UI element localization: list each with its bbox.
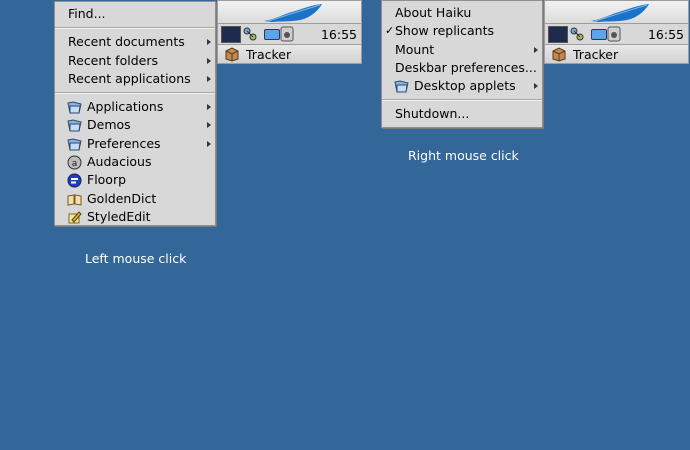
volume-icon[interactable] bbox=[607, 26, 621, 42]
menu-item-label: About Haiku bbox=[395, 5, 472, 20]
menu-item-label: Mount bbox=[395, 41, 435, 57]
submenu-arrow-icon bbox=[534, 83, 538, 90]
menu-item-recent-documents[interactable]: Recent documents bbox=[55, 33, 215, 51]
menu-item-recent-folders[interactable]: Recent folders bbox=[55, 52, 215, 70]
clock[interactable]: 16:55 bbox=[648, 27, 684, 42]
menu-item-label: Audacious bbox=[87, 154, 152, 170]
menu-item-mount[interactable]: Mount bbox=[382, 41, 542, 59]
display-icon[interactable] bbox=[264, 29, 280, 40]
menu-item-label: Floorp bbox=[87, 172, 127, 188]
menu-item-label: Recent folders bbox=[68, 52, 158, 68]
menu-item-label: Applications bbox=[87, 99, 164, 115]
menu-item-label: Shutdown... bbox=[395, 106, 470, 122]
menu-separator bbox=[382, 99, 542, 102]
menu-item-label: Preferences bbox=[87, 135, 161, 151]
pencil-icon bbox=[67, 210, 82, 225]
menu-item-audacious[interactable]: a Audacious bbox=[55, 153, 215, 171]
menu-item-label: Deskbar preferences... bbox=[395, 59, 537, 75]
menu-item-desktop-applets[interactable]: Desktop applets bbox=[382, 77, 542, 95]
tracker-icon bbox=[552, 47, 566, 62]
tracker-entry[interactable]: Tracker bbox=[544, 44, 689, 64]
submenu-arrow-icon bbox=[207, 104, 211, 111]
menu-item-preferences[interactable]: Preferences bbox=[55, 135, 215, 153]
menu-item-label: Recent documents bbox=[68, 34, 185, 50]
menu-item-label: Find... bbox=[68, 6, 106, 21]
network-icon[interactable] bbox=[242, 26, 258, 42]
tracker-icon bbox=[225, 47, 239, 62]
submenu-arrow-icon bbox=[207, 57, 211, 64]
tracker-entry[interactable]: Tracker bbox=[217, 44, 362, 64]
deskbar-tray: 16:55 bbox=[544, 24, 689, 44]
folder-icon bbox=[67, 118, 82, 133]
tracker-label: Tracker bbox=[246, 47, 292, 62]
tracker-label: Tracker bbox=[573, 47, 619, 62]
clock[interactable]: 16:55 bbox=[321, 27, 357, 42]
deskbar-tray: 16:55 bbox=[217, 24, 362, 44]
folder-icon bbox=[67, 100, 82, 115]
menu-item-label: Show replicants bbox=[395, 23, 495, 39]
menu-item-recent-applications[interactable]: Recent applications bbox=[55, 70, 215, 88]
desktop-context-menu: About Haiku ✓ Show replicants Mount Deskbar … bbox=[381, 0, 543, 128]
menu-item-about-haiku[interactable]: About Haiku bbox=[382, 4, 542, 22]
haiku-leaf-icon bbox=[264, 4, 322, 22]
menu-item-label: StyledEdit bbox=[87, 208, 151, 224]
menu-item-label: Desktop applets bbox=[414, 78, 516, 94]
submenu-arrow-icon bbox=[534, 46, 538, 53]
caption-right: Right mouse click bbox=[408, 148, 519, 163]
submenu-arrow-icon bbox=[207, 122, 211, 129]
checkmark-icon: ✓ bbox=[385, 24, 395, 38]
deskbar-leaf-button[interactable] bbox=[544, 0, 689, 24]
svg-text:a: a bbox=[72, 159, 78, 169]
menu-item-label: GoldenDict bbox=[87, 190, 157, 206]
menu-item-show-replicants[interactable]: ✓ Show replicants bbox=[382, 22, 542, 40]
display-icon[interactable] bbox=[591, 29, 607, 40]
menu-item-goldendict[interactable]: GoldenDict bbox=[55, 190, 215, 208]
haiku-leaf-icon bbox=[591, 4, 649, 22]
submenu-arrow-icon bbox=[207, 39, 211, 46]
deskbar-right: 16:55 Tracker bbox=[544, 0, 689, 64]
caption-left: Left mouse click bbox=[85, 251, 187, 266]
book-icon bbox=[67, 192, 82, 207]
folder-icon bbox=[394, 79, 409, 94]
audacious-icon: a bbox=[67, 155, 82, 170]
menu-item-demos[interactable]: Demos bbox=[55, 116, 215, 134]
submenu-arrow-icon bbox=[207, 75, 211, 82]
menu-item-label: Recent applications bbox=[68, 70, 191, 86]
floorp-icon bbox=[67, 173, 82, 188]
leaf-menu: Find... Recent documents Recent folders Rec… bbox=[54, 1, 216, 226]
deskbar-leaf-button[interactable] bbox=[217, 0, 362, 24]
deskbar-left: 16:55 Tracker bbox=[217, 0, 362, 64]
workspaces-icon[interactable] bbox=[221, 26, 241, 43]
folder-icon bbox=[67, 137, 82, 152]
network-icon[interactable] bbox=[569, 26, 585, 42]
menu-separator bbox=[55, 27, 215, 30]
menu-item-deskbar-preferences[interactable]: Deskbar preferences... bbox=[382, 59, 542, 77]
menu-separator bbox=[55, 92, 215, 95]
menu-item-label: Demos bbox=[87, 117, 131, 133]
submenu-arrow-icon bbox=[207, 140, 211, 147]
volume-icon[interactable] bbox=[280, 26, 294, 42]
menu-item-stylededit[interactable]: StyledEdit bbox=[55, 208, 215, 226]
menu-item-find[interactable]: Find... bbox=[55, 5, 215, 23]
menu-item-applications[interactable]: Applications bbox=[55, 98, 215, 116]
menu-item-floorp[interactable]: Floorp bbox=[55, 171, 215, 189]
menu-item-shutdown[interactable]: Shutdown... bbox=[382, 105, 542, 123]
workspaces-icon[interactable] bbox=[548, 26, 568, 43]
